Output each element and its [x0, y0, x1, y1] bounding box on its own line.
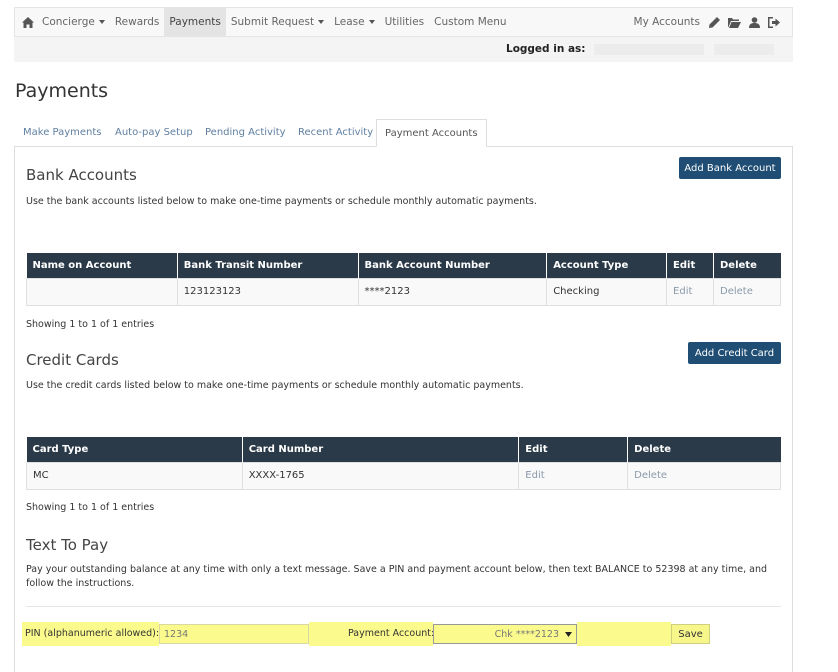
pencil-icon [708, 16, 720, 28]
edit-nav-button[interactable] [704, 12, 724, 32]
column-header[interactable]: Name on Account [26, 253, 178, 278]
nav-concierge[interactable]: Concierge [37, 8, 110, 36]
section-divider [26, 606, 781, 607]
page-title: Payments [15, 80, 109, 102]
tab-auto-pay-setup[interactable]: Auto-pay Setup [115, 119, 193, 147]
caret-down-icon [318, 20, 325, 24]
redacted-username-extra [714, 44, 774, 55]
tab-make-payments[interactable]: Make Payments [23, 119, 102, 147]
table-row: MC XXXX-1765 Edit Delete [26, 461, 781, 490]
column-header[interactable]: Card Type [26, 437, 243, 462]
nav-lease-label: Lease [334, 16, 365, 28]
payment-account-select[interactable]: Chk ****2123 [433, 624, 577, 644]
name-on-account-cell [26, 277, 178, 306]
logged-in-label: Logged in as: [506, 43, 586, 55]
delete-credit-card-link[interactable]: Delete [627, 461, 781, 490]
bank-account-number-cell: ****2123 [357, 277, 548, 306]
caret-down-icon [368, 20, 375, 24]
home-nav-button[interactable] [15, 8, 37, 36]
folder-open-icon [727, 17, 741, 28]
caret-down-icon [98, 20, 105, 24]
top-navigation: Concierge Rewards Payments Submit Reques… [14, 7, 793, 37]
nav-right-group: My Accounts [630, 8, 792, 36]
table-row: 123123123 ****2123 Checking Edit Delete [26, 277, 781, 306]
table-header-row: Card Type Card Number Edit Delete [26, 437, 781, 462]
logout-nav-button[interactable] [764, 12, 784, 32]
payment-account-selected-value: Chk ****2123 [494, 628, 559, 640]
column-header: Delete [713, 253, 781, 278]
credit-cards-entries-info: Showing 1 to 1 of 1 entries [26, 502, 155, 513]
card-number-cell: XXXX-1765 [241, 461, 520, 490]
bank-accounts-description: Use the bank accounts listed below to ma… [26, 196, 537, 207]
column-header[interactable]: Bank Transit Number [177, 253, 359, 278]
bank-accounts-title: Bank Accounts [26, 166, 137, 184]
text-to-pay-title: Text To Pay [26, 536, 109, 554]
credit-cards-table: Card Type Card Number Edit Delete MC XXX… [26, 437, 781, 490]
add-credit-card-button[interactable]: Add Credit Card [688, 342, 781, 364]
edit-bank-account-link[interactable]: Edit [666, 277, 714, 306]
nav-rewards[interactable]: Rewards [110, 8, 165, 36]
bank-transit-number-cell: 123123123 [176, 277, 359, 306]
nav-utilities[interactable]: Utilities [380, 8, 430, 36]
column-header: Edit [666, 253, 714, 278]
edit-credit-card-link[interactable]: Edit [518, 461, 629, 490]
payment-account-label: Payment Account: [348, 628, 435, 639]
redacted-username [594, 44, 704, 55]
account-type-cell: Checking [546, 277, 668, 306]
credit-cards-title: Credit Cards [26, 351, 119, 369]
nav-submit-request-label: Submit Request [230, 16, 315, 28]
nav-payments[interactable]: Payments [164, 8, 226, 36]
my-accounts-link[interactable]: My Accounts [630, 16, 704, 28]
select-arrow-icon [565, 631, 572, 637]
credit-cards-description: Use the credit cards listed below to mak… [26, 380, 524, 391]
nav-concierge-label: Concierge [42, 16, 95, 28]
home-icon [22, 16, 34, 28]
column-header: Delete [627, 437, 781, 462]
text-to-pay-description: Pay your outstanding balance at any time… [26, 564, 768, 589]
bank-accounts-table: Name on Account Bank Transit Number Bank… [26, 253, 781, 306]
nav-lease[interactable]: Lease [329, 8, 380, 36]
tab-recent-activity[interactable]: Recent Activity [298, 119, 373, 147]
payments-tabs: Make Payments Auto-pay Setup Pending Act… [14, 119, 793, 147]
sign-out-icon [768, 16, 780, 28]
bank-accounts-entries-info: Showing 1 to 1 of 1 entries [26, 319, 155, 330]
nav-rewards-label: Rewards [114, 16, 160, 28]
pin-input[interactable]: 1234 [159, 624, 309, 644]
profile-nav-button[interactable] [744, 12, 764, 32]
nav-custom-menu-label: Custom Menu [434, 16, 507, 28]
logged-in-bar: Logged in as: [14, 37, 793, 62]
save-text-to-pay-button[interactable]: Save [671, 624, 710, 644]
my-accounts-label: My Accounts [633, 16, 700, 28]
column-header[interactable]: Card Number [242, 437, 520, 462]
card-type-cell: MC [26, 461, 243, 490]
select-highlight-extension [577, 622, 671, 646]
column-header[interactable]: Account Type [546, 253, 668, 278]
column-header: Edit [518, 437, 629, 462]
delete-bank-account-link[interactable]: Delete [713, 277, 781, 306]
nav-utilities-label: Utilities [384, 16, 425, 28]
add-bank-account-button[interactable]: Add Bank Account [679, 157, 781, 179]
pin-input-value: 1234 [164, 628, 189, 640]
tab-pending-activity[interactable]: Pending Activity [205, 119, 286, 147]
tab-payment-accounts[interactable]: Payment Accounts [376, 119, 487, 147]
table-header-row: Name on Account Bank Transit Number Bank… [26, 253, 781, 278]
nav-custom-menu[interactable]: Custom Menu [429, 8, 511, 36]
column-header[interactable]: Bank Account Number [358, 253, 548, 278]
nav-submit-request[interactable]: Submit Request [226, 8, 329, 36]
user-icon [748, 16, 760, 28]
documents-nav-button[interactable] [724, 12, 744, 32]
payment-accounts-panel [14, 147, 793, 672]
pin-label: PIN (alphanumeric allowed): [25, 628, 160, 639]
nav-payments-label: Payments [169, 16, 221, 28]
